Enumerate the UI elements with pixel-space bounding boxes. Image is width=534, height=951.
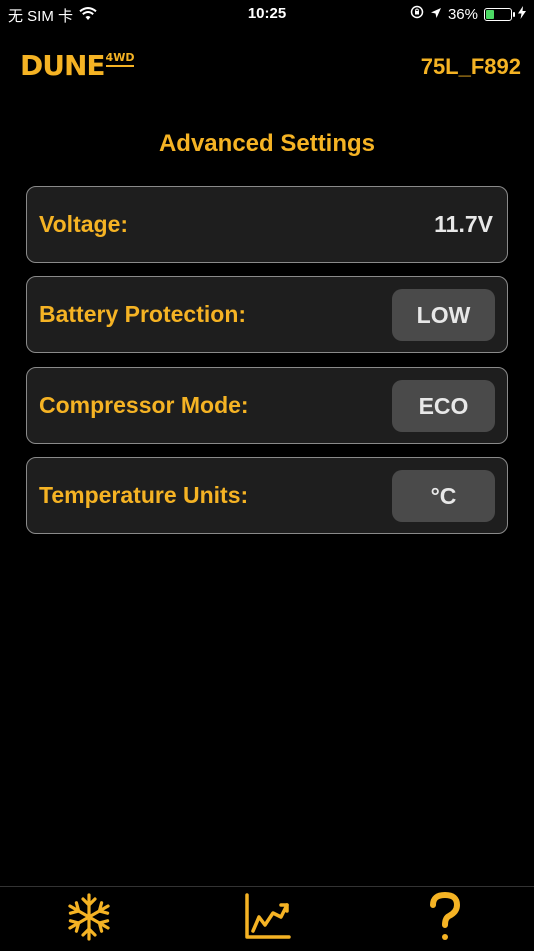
orientation-lock-icon	[410, 5, 424, 23]
battery-protection-button[interactable]: LOW	[392, 289, 495, 341]
app-header: DUNE 4WD 75L_F892	[0, 46, 534, 86]
voltage-label: Voltage:	[39, 211, 129, 237]
temperature-units-button[interactable]: °C	[392, 470, 495, 522]
battery-protection-row: Battery Protection: LOW	[26, 276, 508, 353]
logo-main-text: DUNE	[20, 49, 106, 82]
page-title: Advanced Settings	[158, 130, 376, 157]
voltage-row: Voltage: 11.7V	[26, 186, 508, 263]
charging-bolt-icon	[518, 5, 526, 23]
snowflake-icon	[64, 892, 114, 947]
compressor-mode-row: Compressor Mode: ECO	[26, 367, 508, 444]
compressor-mode-button[interactable]: ECO	[392, 380, 495, 432]
question-mark-icon	[427, 891, 463, 948]
tab-help[interactable]	[385, 887, 505, 951]
status-bar: 无 SIM 卡 10:25 36%	[0, 0, 534, 28]
battery-icon	[484, 7, 515, 21]
battery-protection-label: Battery Protection:	[39, 301, 247, 327]
battery-percent: 36%	[447, 5, 478, 23]
compressor-mode-label: Compressor Mode:	[39, 392, 249, 418]
battery-level-fill	[486, 9, 494, 19]
voltage-value: 11.7V	[434, 211, 493, 237]
logo-sup-text: 4WD	[105, 52, 135, 67]
tab-bar	[0, 886, 534, 951]
device-id: 75L_F892	[420, 54, 521, 79]
temperature-units-row: Temperature Units: °C	[26, 457, 508, 534]
tab-chart[interactable]	[207, 887, 327, 951]
location-arrow-icon	[430, 6, 442, 23]
dune-4wd-logo: DUNE 4WD	[20, 49, 135, 82]
tab-cooling[interactable]	[29, 887, 149, 951]
temperature-units-label: Temperature Units:	[39, 482, 249, 508]
line-chart-icon	[241, 891, 293, 948]
